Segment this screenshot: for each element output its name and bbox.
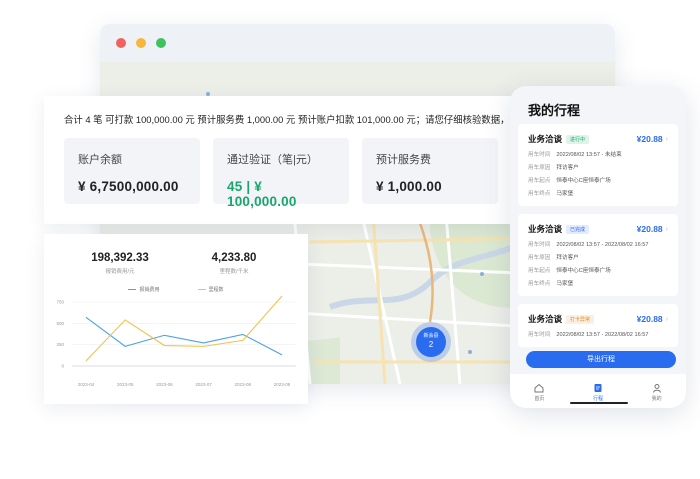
trip-detail-key: 用车原因 <box>528 255 551 261</box>
trip-detail-row: 用车时间 2022/08/02 13:57 - 未结束 <box>528 150 668 158</box>
verified-card: 通过验证（笔|元） 45 | ¥ 100,000.00 <box>213 138 349 209</box>
map-cluster-marker[interactable]: 新会县 2 <box>416 327 446 357</box>
verified-label: 通过验证（笔|元） <box>227 154 318 166</box>
minimize-window-dot[interactable] <box>136 38 146 48</box>
trip-detail-row: 用车原因 拜访客户 <box>528 163 668 171</box>
y-tick-label: 750 <box>56 300 64 305</box>
chevron-right-icon: › <box>665 315 668 323</box>
mileage-stat: 4,233.80 里程数/千米 <box>194 252 274 275</box>
trip-price: ¥20.88 <box>636 224 663 234</box>
trip-detail-value: 恒泰中心C座恒泰广场 <box>556 268 611 274</box>
trip-title: 业务洽谈 <box>528 134 563 144</box>
home-icon <box>534 383 544 392</box>
trip-detail-row: 用车终点 马家堡 <box>528 189 668 197</box>
trip-card[interactable]: 业务洽谈 进行中 ¥20.88 › 用车时间 2022/08/02 13:57 - 未结束… <box>518 124 678 206</box>
trip-detail-key: 用车原因 <box>528 165 551 171</box>
service-fee-label: 预计服务费 <box>376 154 431 166</box>
expense-caption: 报销费用/元 <box>105 269 135 275</box>
trip-status-badge: 打卡异常 <box>566 314 595 324</box>
summary-text: 合计 4 笔 可打款 100,000.00 元 预计服务费 1,000.00 元… <box>64 114 514 125</box>
x-tick-label: 2023-04 <box>78 382 95 387</box>
trip-detail-row: 用车时间 2022/08/02 13:57 - 2022/08/02 16:57 <box>528 240 668 248</box>
trip-detail-value: 马家堡 <box>556 281 574 287</box>
trip-detail-key: 用车终点 <box>528 281 551 287</box>
trip-detail-row: 用车时间 2022/08/02 13:57 - 2022/08/02 16:57 <box>528 330 668 338</box>
trip-title: 业务洽谈 <box>528 224 563 234</box>
home-indicator <box>570 401 628 404</box>
trip-card[interactable]: 业务洽谈 已完成 ¥20.88 › 用车时间 2022/08/02 13:57 - 202… <box>518 214 678 296</box>
export-trips-button[interactable]: 导出行程 <box>526 351 676 368</box>
map-cluster-count: 2 <box>428 340 434 349</box>
x-tick-label: 2023-05 <box>117 382 134 387</box>
trip-card[interactable]: 业务洽谈 打卡异常 ¥20.88 › 用车时间 2022/08/02 13:57 - 20… <box>518 304 678 347</box>
trip-detail-row: 用车原因 拜访客户 <box>528 253 668 261</box>
x-tick-label: 2023-09 <box>274 382 291 387</box>
trip-detail-value: 2022/08/02 13:57 - 2022/08/02 16:57 <box>556 242 649 248</box>
trip-detail-key: 用车起点 <box>528 178 551 184</box>
expense-stat: 198,392.33 报销费用/元 <box>80 252 160 275</box>
y-tick-label: 0 <box>61 364 64 369</box>
balance-label: 账户余额 <box>78 154 122 166</box>
mileage-caption: 里程数/千米 <box>219 269 249 275</box>
trip-detail-row: 用车终点 马家堡 <box>528 279 668 287</box>
mileage-value: 4,233.80 <box>211 252 257 264</box>
line-chart: 750 500 250 0 2023-04 2023-05 2023-06 2023-07 20… <box>56 295 296 387</box>
trip-status-badge: 进行中 <box>566 134 590 144</box>
browser-titlebar <box>100 24 615 62</box>
x-tick-label: 2023-06 <box>156 382 173 387</box>
trip-detail-row: 用车起点 恒泰中心C座恒泰广场 <box>528 176 668 184</box>
series-line <box>85 316 283 356</box>
trip-detail-value: 2022/08/02 13:57 - 2022/08/02 16:57 <box>556 332 649 338</box>
trip-detail-value: 恒泰中心C座恒泰广场 <box>556 178 611 184</box>
trip-detail-key: 用车终点 <box>528 191 551 197</box>
trip-price: ¥20.88 <box>636 134 663 144</box>
trip-detail-value: 拜访客户 <box>556 255 579 261</box>
map-cluster-label: 新会县 <box>423 333 439 339</box>
trip-detail-key: 用车时间 <box>528 152 551 158</box>
trip-detail-row: 用车起点 恒泰中心C座恒泰广场 <box>528 266 668 274</box>
chevron-right-icon: › <box>665 225 668 233</box>
service-fee-value: ¥ 1,000.00 <box>376 179 442 194</box>
trip-detail-value: 2022/08/02 13:57 - 未结束 <box>556 152 622 158</box>
trip-status-badge: 已完成 <box>566 224 590 234</box>
tab-trips[interactable]: 行程 <box>593 383 603 402</box>
balance-card: 账户余额 ¥ 6,7500,000.00 <box>64 138 200 204</box>
legend-expense: 报销费用 <box>128 286 160 293</box>
x-tick-label: 2023-07 <box>195 382 212 387</box>
legend-mileage: 里程数 <box>197 286 224 293</box>
tab-me[interactable]: 我的 <box>652 383 662 402</box>
maximize-window-dot[interactable] <box>156 38 166 48</box>
x-tick-label: 2023-08 <box>235 382 252 387</box>
trip-detail-value: 马家堡 <box>556 191 574 197</box>
service-fee-card: 预计服务费 ¥ 1,000.00 <box>362 138 498 204</box>
y-tick-label: 250 <box>56 342 64 347</box>
chart-legend: 报销费用 里程数 <box>44 286 308 293</box>
phone-page-title: 我的行程 <box>528 103 581 118</box>
tab-trips-label: 行程 <box>592 395 603 402</box>
trip-title: 业务洽谈 <box>528 314 563 324</box>
trip-detail-key: 用车时间 <box>528 242 551 248</box>
payout-summary-panel: 合计 4 笔 可打款 100,000.00 元 预计服务费 1,000.00 元… <box>44 96 514 224</box>
stage: 新会县 2 合计 4 笔 可打款 100,000.00 元 预计服务费 1,00… <box>0 0 700 479</box>
series-line <box>85 295 283 362</box>
user-icon <box>652 383 661 393</box>
balance-value: ¥ 6,7500,000.00 <box>78 179 179 194</box>
phone-mockup: 我的行程 业务洽谈 进行中 ¥20.88 › 用车时间 2022/08/02 13:57 … <box>510 86 686 408</box>
y-tick-label: 500 <box>56 321 64 326</box>
stats-chart-panel: 198,392.33 报销费用/元 4,233.80 里程数/千米 报销费用 里… <box>44 234 308 404</box>
tab-home[interactable]: 首页 <box>534 383 544 402</box>
verified-value: 45 | ¥ 100,000.00 <box>227 179 297 209</box>
trip-detail-key: 用车起点 <box>528 268 551 274</box>
tab-me-label: 我的 <box>651 395 662 402</box>
trip-icon <box>594 383 602 392</box>
trip-detail-key: 用车时间 <box>528 332 551 338</box>
close-window-dot[interactable] <box>116 38 126 48</box>
tab-home-label: 首页 <box>534 395 545 402</box>
trip-price: ¥20.88 <box>636 314 663 324</box>
trip-detail-value: 拜访客户 <box>556 165 579 171</box>
chevron-right-icon: › <box>665 135 668 143</box>
expense-value: 198,392.33 <box>91 252 149 264</box>
